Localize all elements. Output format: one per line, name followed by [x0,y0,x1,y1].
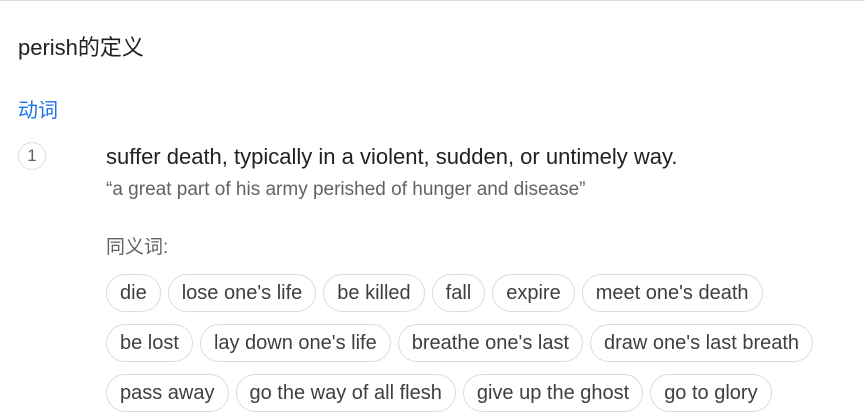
synonym-chip[interactable]: give up the ghost [462,374,644,412]
part-of-speech-label: 动词 [18,100,58,122]
synonym-chip[interactable]: be killed [323,274,425,312]
synonym-chip[interactable]: breathe one's last [397,324,584,362]
synonym-row: die lose one's life be killed fall expir… [106,274,763,312]
synonym-row: be lost lay down one's life breathe one'… [106,324,814,362]
synonym-chip[interactable]: fall [431,274,486,312]
sense-number-badge: 1 [18,142,46,170]
synonym-chip[interactable]: lay down one's life [199,324,391,362]
example-sentence: “a great part of his army perished of hu… [106,179,586,200]
synonym-chip[interactable]: lose one's life [167,274,317,312]
definition-card: perish的定义 动词 1 suffer death, typically i… [0,0,865,419]
synonyms-label: 同义词: [106,237,169,258]
synonym-chip[interactable]: expire [492,274,575,312]
synonym-chip[interactable]: be lost [106,324,193,362]
page-title: perish的定义 [18,35,144,60]
synonym-row: pass away go the way of all flesh give u… [106,374,772,412]
synonym-chip[interactable]: meet one's death [581,274,763,312]
synonym-chip[interactable]: go the way of all flesh [235,374,456,412]
synonym-chip[interactable]: die [106,274,161,312]
synonym-chip[interactable]: draw one's last breath [590,324,814,362]
synonym-chip[interactable]: pass away [106,374,229,412]
definition-text: suffer death, typically in a violent, su… [106,144,678,169]
synonym-chip[interactable]: go to glory [650,374,772,412]
